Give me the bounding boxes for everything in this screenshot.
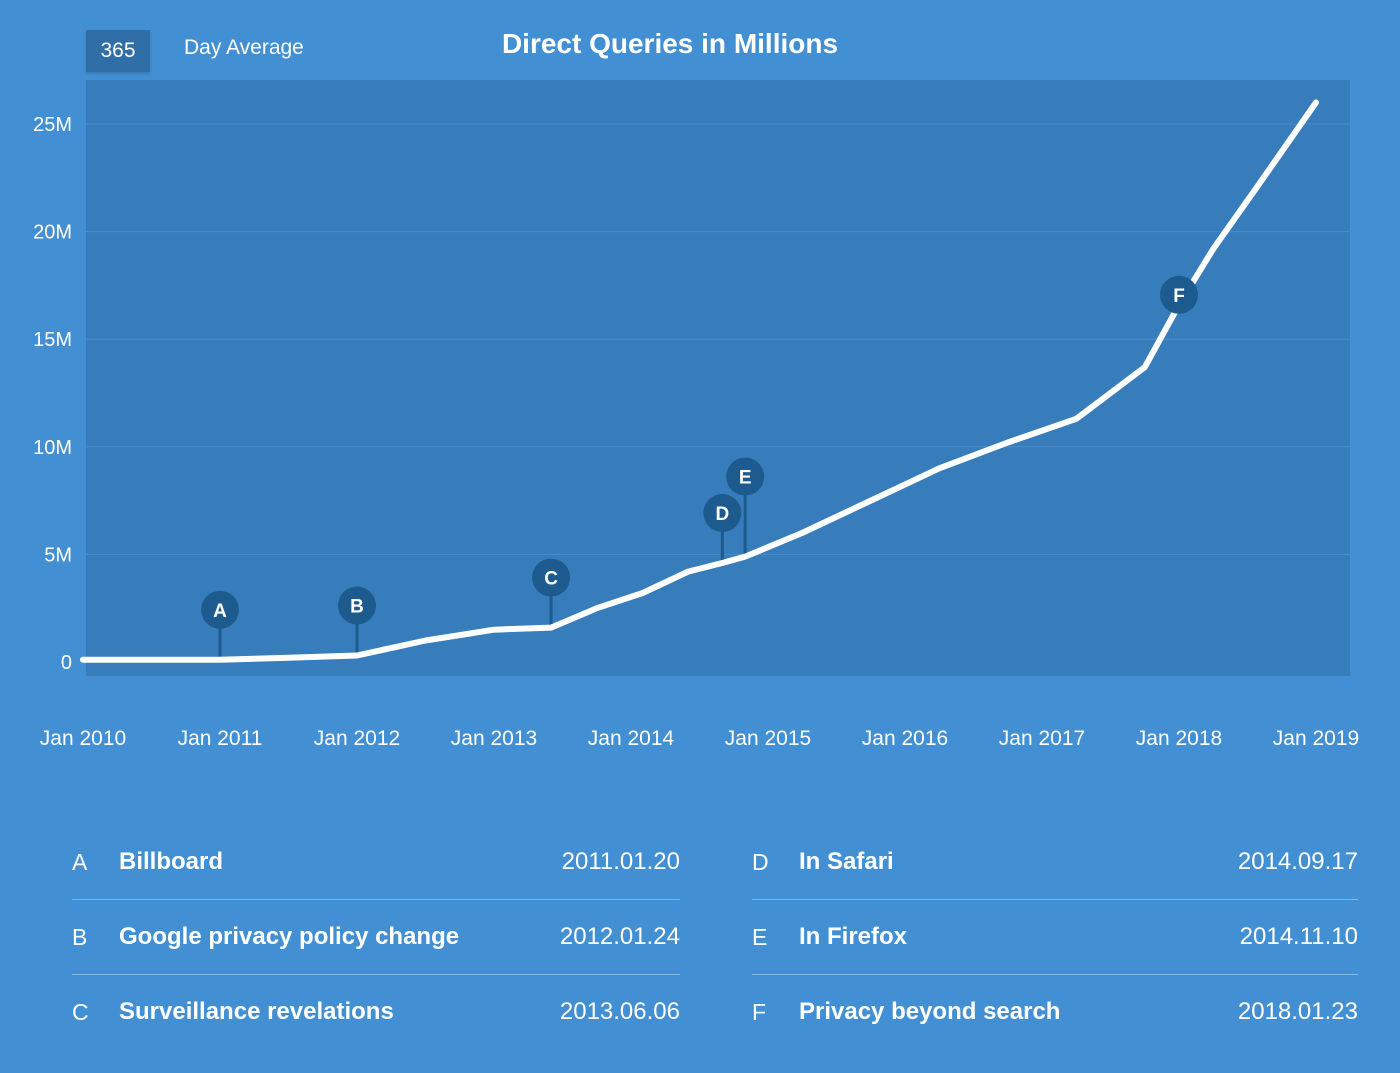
event-name: Privacy beyond search: [799, 998, 1061, 1025]
x-tick-label: Jan 2016: [862, 727, 948, 750]
event-date: 2014.11.10: [1239, 923, 1358, 950]
event-row: B Google privacy policy change 2012.01.2…: [72, 900, 680, 975]
event-row: A Billboard 2011.01.20: [72, 825, 680, 900]
event-date: 2018.01.23: [1237, 998, 1358, 1025]
y-tick-label: 25M: [33, 114, 72, 136]
annotation-letter: A: [213, 601, 227, 622]
event-date: 2014.09.17: [1237, 848, 1358, 875]
y-tick-label: 15M: [33, 329, 72, 351]
x-tick-label: Jan 2019: [1273, 727, 1359, 750]
annotation-letter: D: [715, 504, 729, 525]
event-row: C Surveillance revelations 2013.06.06: [72, 975, 680, 1049]
event-letter: C: [72, 999, 89, 1025]
event-list-right: D In Safari 2014.09.17 E In Firefox 2014…: [752, 825, 1358, 1049]
event-letter: E: [752, 924, 768, 950]
event-name: Google privacy policy change: [119, 923, 460, 950]
event-name: In Safari: [799, 848, 894, 875]
annotation-letter: E: [739, 468, 752, 489]
y-tick-label: 0: [61, 652, 72, 674]
event-letter: B: [72, 924, 88, 950]
event-name: Billboard: [119, 848, 224, 875]
event-name: Surveillance revelations: [119, 998, 394, 1025]
event-list-left: A Billboard 2011.01.20 B Google privacy …: [72, 825, 680, 1049]
event-letter: D: [752, 849, 769, 875]
x-tick-label: Jan 2012: [314, 727, 400, 750]
annotation-letter: B: [350, 597, 364, 618]
y-tick-label: 10M: [33, 437, 72, 459]
annotation-letter: C: [544, 569, 558, 590]
event-date: 2013.06.06: [559, 998, 680, 1025]
y-tick-label: 5M: [44, 544, 72, 566]
event-letter: F: [752, 999, 767, 1025]
event-name: In Firefox: [799, 923, 908, 950]
plot-area: [86, 80, 1350, 676]
event-row: F Privacy beyond search 2018.01.23: [752, 975, 1358, 1049]
event-letter: A: [72, 849, 88, 875]
x-tick-label: Jan 2014: [588, 727, 675, 750]
event-row: D In Safari 2014.09.17: [752, 825, 1358, 900]
x-tick-label: Jan 2017: [999, 727, 1085, 750]
line-chart: 0 5M 10M 15M 20M 25M Jan 2010 Jan 2011 Jan 2012 J…: [33, 80, 1359, 750]
event-date: 2011.01.20: [561, 848, 680, 875]
event-row: E In Firefox 2014.11.10: [752, 900, 1358, 975]
x-tick-label: Jan 2011: [178, 727, 263, 750]
x-tick-label: Jan 2015: [725, 727, 811, 750]
event-date: 2012.01.24: [559, 923, 680, 950]
annotation-letter: F: [1173, 286, 1185, 307]
x-tick-label: Jan 2010: [40, 727, 126, 750]
x-tick-label: Jan 2013: [451, 727, 537, 750]
x-tick-label: Jan 2018: [1136, 727, 1222, 750]
y-tick-label: 20M: [33, 222, 72, 244]
